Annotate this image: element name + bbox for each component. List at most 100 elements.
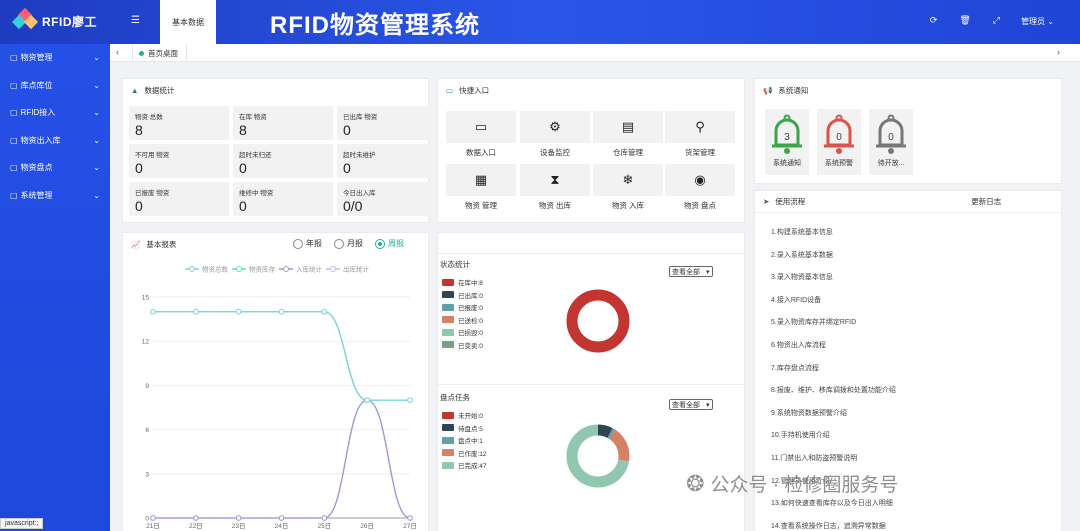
y-tick-label: 9: [145, 383, 149, 390]
chevron-down-icon: ⌄: [93, 163, 100, 173]
chevron-left-icon[interactable]: ‹: [116, 47, 119, 57]
trash-icon[interactable]: 🗑: [959, 15, 970, 26]
chevron-right-icon[interactable]: ›: [1057, 47, 1060, 57]
report-period-radio[interactable]: 周报: [375, 238, 404, 249]
process-step-link[interactable]: 9.系统物资数据预警介绍: [771, 408, 896, 431]
quick-entry-label: 物资 入库: [611, 201, 645, 210]
process-step-link[interactable]: 5.录入物资库存并绑定RFID: [771, 317, 896, 340]
sidebar-item[interactable]: ▢ 物资盘点 ⌄: [0, 154, 110, 182]
stat-value: 0: [343, 160, 351, 176]
legend-label: 已作废:12: [458, 450, 487, 458]
gears-icon: ⚙: [520, 111, 590, 143]
process-step-link[interactable]: 6.物资出入库流程: [771, 340, 896, 363]
refresh-icon[interactable]: ⟳: [930, 15, 938, 26]
process-step-link[interactable]: 7.库存盘点流程: [771, 363, 896, 386]
data-point: [321, 308, 328, 315]
data-point: [364, 397, 370, 403]
menu-toggle-icon[interactable]: ☰: [131, 15, 140, 26]
process-step-link[interactable]: 1.构建系统基本信息: [771, 227, 896, 250]
legend-item[interactable]: 待盘点:5: [442, 423, 487, 434]
series-line: [153, 311, 410, 401]
process-step-link[interactable]: 2.录入系统基本数据: [771, 250, 896, 273]
report-period-radio[interactable]: 月报: [334, 238, 363, 249]
quick-entry-label: 物资 出库: [538, 201, 572, 210]
sidebar: ▢ 物资管理 ⌄ ▢ 库点库位 ⌄ ▢ RFID接入 ⌄ ▢ 物资出入库 ⌄ ▢ 物资盘点 ⌄ ▢ 系统管理 ⌄: [0, 44, 110, 531]
stat-label: 在库 物资: [239, 114, 267, 121]
radio-circle-icon: [375, 238, 385, 249]
stat-card: 维修中 物资 0: [233, 182, 333, 216]
legend-item[interactable]: 已损毁:0: [442, 327, 483, 338]
quick-entry-label: 物资 盘点: [683, 201, 717, 210]
target-icon: ◉: [665, 164, 735, 196]
tab-basic-data[interactable]: 基本数据: [160, 0, 216, 44]
y-tick-label: 6: [145, 427, 149, 434]
sidebar-item[interactable]: ▢ 物资管理 ⌄: [0, 44, 110, 72]
legend-swatch: [442, 341, 454, 349]
update-log-link[interactable]: 更新日志: [971, 196, 1001, 207]
bell-count: 0: [836, 132, 842, 143]
process-step-link[interactable]: 14.查看系统操作日志，追溯异常数据: [771, 521, 896, 531]
stat-label: 物资 总数: [135, 114, 163, 121]
legend-item[interactable]: 已出库:0: [442, 290, 483, 301]
quick-entry-button[interactable]: ⧗ 物资 出库: [520, 164, 590, 212]
quick-entry-button[interactable]: ▦ 物资 管理: [446, 164, 516, 212]
process-step-link[interactable]: 13.如何快速查看库存以及今日出入明细: [771, 498, 896, 521]
inventory-select-value: 查看全部: [672, 401, 700, 409]
donut-slice: [566, 289, 630, 353]
browser-status-bar: javascript:;: [0, 518, 44, 529]
legend-item[interactable]: 在库中:8: [442, 277, 483, 288]
sidebar-item[interactable]: ▢ RFID接入 ⌄: [0, 99, 110, 127]
quick-entry-button[interactable]: ❄ 物资 入库: [593, 164, 663, 212]
quick-entry-button[interactable]: ◉ 物资 盘点: [665, 164, 735, 212]
bell-label: 待开放...: [877, 160, 905, 167]
legend-item[interactable]: 未开始:0: [442, 410, 487, 421]
status-select[interactable]: 查看全部 ▾: [669, 266, 713, 277]
process-step-link[interactable]: 8.报废、维护、移库调拨和处置功能介绍: [771, 385, 896, 408]
legend-item[interactable]: 已变卖:0: [442, 340, 483, 351]
bell-icon: 3: [772, 114, 802, 154]
quick-entry-label: 数据入口: [466, 148, 496, 157]
process-step-link[interactable]: 4.接入RFID设备: [771, 295, 896, 318]
quick-entry-button[interactable]: ⚙ 设备监控: [520, 111, 590, 159]
legend-item[interactable]: 已作废:12: [442, 448, 487, 459]
card-icon: ▭: [446, 85, 454, 95]
tab-home[interactable]: 首页桌面: [132, 44, 187, 62]
radio-circle-icon: [334, 238, 344, 249]
stat-value: 8: [239, 122, 247, 138]
folder-icon: ▢: [10, 163, 18, 173]
notice-bell-card[interactable]: 3 系统通知: [765, 109, 809, 175]
quick-entry-label: 物资 管理: [464, 201, 498, 210]
chevron-down-icon: ⌄: [93, 53, 100, 63]
legend-item[interactable]: 已完成:47: [442, 460, 487, 471]
quick-entry-button[interactable]: ⚲ 货架管理: [665, 111, 735, 159]
x-tick-label: 21日: [146, 522, 160, 530]
legend-item[interactable]: 已报废:0: [442, 302, 483, 313]
notice-bell-card[interactable]: 0 系统预警: [817, 109, 861, 175]
process-step-link[interactable]: 3.录入物资基本信息: [771, 272, 896, 295]
bell-icon: 0: [824, 114, 854, 154]
process-step-link[interactable]: 10.手持机使用介绍: [771, 430, 896, 453]
radio-label: 周报: [388, 239, 404, 248]
stat-card: 超时未归还 0: [233, 144, 333, 178]
sidebar-item[interactable]: ▢ 物资出入库 ⌄: [0, 127, 110, 155]
x-tick-label: 24日: [275, 522, 289, 530]
notice-bell-card[interactable]: 0 待开放...: [869, 109, 913, 175]
radio-circle-icon: [293, 238, 303, 249]
data-point: [407, 515, 413, 521]
legend-item[interactable]: 已送检:0: [442, 315, 483, 326]
quick-entry-button[interactable]: ▤ 仓库管理: [593, 111, 663, 159]
sidebar-item[interactable]: ▢ 系统管理 ⌄: [0, 182, 110, 210]
quick-entry-button[interactable]: ▭ 数据入口: [446, 111, 516, 159]
search-icon: ⚲: [665, 111, 735, 143]
series-line: [153, 311, 410, 401]
fullscreen-icon[interactable]: ⤢: [993, 15, 1000, 26]
inventory-select[interactable]: 查看全部 ▾: [669, 399, 713, 410]
report-period-radio[interactable]: 年报: [293, 238, 322, 249]
admin-menu[interactable]: 管理员 ⌄: [1021, 16, 1054, 27]
y-tick-label: 0: [145, 516, 149, 523]
sidebar-item[interactable]: ▢ 库点库位 ⌄: [0, 72, 110, 100]
legend-item[interactable]: 盘点中:1: [442, 435, 487, 446]
folder-icon: ▢: [10, 80, 18, 90]
legend-swatch: [442, 411, 454, 419]
chart-legend: 物资总数 物资库存 入库统计 出库统计: [185, 265, 370, 274]
